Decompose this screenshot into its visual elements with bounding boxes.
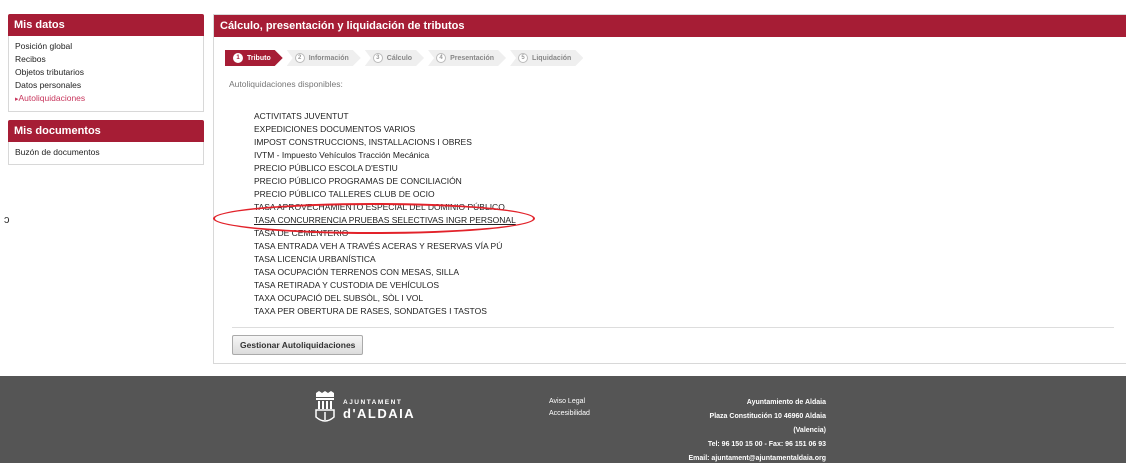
step-number: 5 bbox=[518, 53, 528, 63]
step-calculo[interactable]: 3 Cálculo bbox=[365, 50, 424, 66]
contact-email[interactable]: Email: ajuntament@ajuntamentaldaia.org bbox=[688, 452, 826, 463]
step-label: Información bbox=[308, 54, 349, 62]
list-item[interactable]: PRECIO PÚBLICO TALLERES CLUB DE OCIO bbox=[254, 188, 516, 201]
main-panel: Cálculo, presentación y liquidación de t… bbox=[213, 14, 1126, 364]
sidebar: Mis datos Posición global Recibos Objeto… bbox=[8, 14, 204, 165]
sidebar-item-datos-personales[interactable]: Datos personales bbox=[15, 79, 197, 92]
mis-datos-box: Mis datos Posición global Recibos Objeto… bbox=[8, 14, 204, 112]
list-item-selected[interactable]: TASA CONCURRENCIA PRUEBAS SELECTIVAS ING… bbox=[254, 214, 516, 227]
sidebar-item-posicion-global[interactable]: Posición global bbox=[15, 40, 197, 53]
list-item[interactable]: EXPEDICIONES DOCUMENTOS VARIOS bbox=[254, 123, 516, 136]
step-liquidacion[interactable]: 5 Liquidación bbox=[510, 50, 583, 66]
step-number: 4 bbox=[436, 53, 446, 63]
mis-documentos-menu: Buzón de documentos bbox=[8, 142, 204, 165]
list-item[interactable]: IMPOST CONSTRUCCIONS, INSTALLACIONS I OB… bbox=[254, 136, 516, 149]
sidebar-item-recibos[interactable]: Recibos bbox=[15, 53, 197, 66]
step-number: 1 bbox=[233, 53, 243, 63]
contact-phone: Tel: 96 150 15 00 - Fax: 96 151 06 93 bbox=[707, 441, 826, 448]
step-label: Tributo bbox=[247, 54, 271, 62]
sidebar-item-autoliquidaciones[interactable]: Autoliquidaciones bbox=[15, 92, 197, 106]
logo-text: AJUNTAMENT d'ALDAIA bbox=[343, 399, 415, 421]
mis-datos-menu: Posición global Recibos Objetos tributar… bbox=[8, 36, 204, 112]
list-item[interactable]: TASA LICENCIA URBANÍSTICA bbox=[254, 253, 516, 266]
list-item[interactable]: TASA OCUPACIÓN TERRENOS CON MESAS, SILLA bbox=[254, 266, 516, 279]
manage-autoliquidaciones-button[interactable]: Gestionar Autoliquidaciones bbox=[232, 335, 364, 355]
sidebar-item-buzon-documentos[interactable]: Buzón de documentos bbox=[15, 146, 197, 159]
contact-address: Plaza Constitución 10 46960 Aldaia bbox=[709, 413, 826, 420]
stray-mark: ɔ bbox=[4, 214, 10, 226]
aviso-legal-link[interactable]: Aviso Legal bbox=[549, 396, 590, 408]
logo-main-text: d'ALDAIA bbox=[343, 406, 416, 421]
list-item[interactable]: PRECIO PÚBLICO PROGRAMAS DE CONCILIACIÓN bbox=[254, 175, 516, 188]
mis-datos-title: Mis datos bbox=[8, 14, 204, 36]
mis-documentos-box: Mis documentos Buzón de documentos bbox=[8, 120, 204, 165]
footer-links: Aviso Legal Accesibilidad bbox=[549, 396, 590, 420]
coat-of-arms-icon bbox=[315, 391, 335, 422]
step-number: 3 bbox=[373, 53, 383, 63]
list-item[interactable]: IVTM - Impuesto Vehículos Tracción Mecán… bbox=[254, 149, 516, 162]
list-item[interactable]: TAXA OCUPACIÓ DEL SUBSÒL, SÒL I VOL bbox=[254, 292, 516, 305]
step-label: Liquidación bbox=[532, 54, 572, 62]
tax-list: ACTIVITATS JUVENTUT EXPEDICIONES DOCUMEN… bbox=[254, 110, 516, 318]
aldaia-logo: AJUNTAMENT d'ALDAIA bbox=[313, 391, 415, 425]
wizard-steps: 1 Tributo 2 Información 3 Cálculo 4 Pres… bbox=[225, 50, 587, 66]
list-item[interactable]: ACTIVITATS JUVENTUT bbox=[254, 110, 516, 123]
footer: AJUNTAMENT d'ALDAIA Aviso Legal Accesibi… bbox=[0, 376, 1126, 463]
footer-contact: Ayuntamiento de Aldaia Plaza Constitució… bbox=[688, 396, 826, 463]
page-title: Cálculo, presentación y liquidación de t… bbox=[214, 15, 1126, 37]
list-item[interactable]: TAXA PER OBERTURA DE RASES, SONDATGES I … bbox=[254, 305, 516, 318]
step-informacion[interactable]: 2 Información bbox=[287, 50, 361, 66]
divider bbox=[232, 327, 1114, 328]
sidebar-item-objetos-tributarios[interactable]: Objetos tributarios bbox=[15, 66, 197, 79]
list-item[interactable]: TASA ENTRADA VEH A TRAVÉS ACERAS Y RESER… bbox=[254, 240, 516, 253]
list-item[interactable]: TASA DE CEMENTERIO bbox=[254, 227, 516, 240]
step-label: Presentación bbox=[450, 54, 495, 62]
list-item[interactable]: PRECIO PÚBLICO ESCOLA D'ESTIU bbox=[254, 162, 516, 175]
accesibilidad-link[interactable]: Accesibilidad bbox=[549, 408, 590, 420]
contact-region: (Valencia) bbox=[793, 427, 826, 434]
step-number: 2 bbox=[295, 53, 305, 63]
available-label: Autoliquidaciones disponibles: bbox=[229, 79, 343, 89]
list-item[interactable]: TASA RETIRADA Y CUSTODIA DE VEHÍCULOS bbox=[254, 279, 516, 292]
step-tributo[interactable]: 1 Tributo bbox=[225, 50, 283, 66]
step-label: Cálculo bbox=[386, 54, 413, 62]
list-item[interactable]: TASA APROVECHAMIENTO ESPECIAL DEL DOMINI… bbox=[254, 201, 516, 214]
mis-documentos-title: Mis documentos bbox=[8, 120, 204, 142]
step-presentacion[interactable]: 4 Presentación bbox=[428, 50, 506, 66]
contact-name: Ayuntamiento de Aldaia bbox=[746, 399, 826, 406]
